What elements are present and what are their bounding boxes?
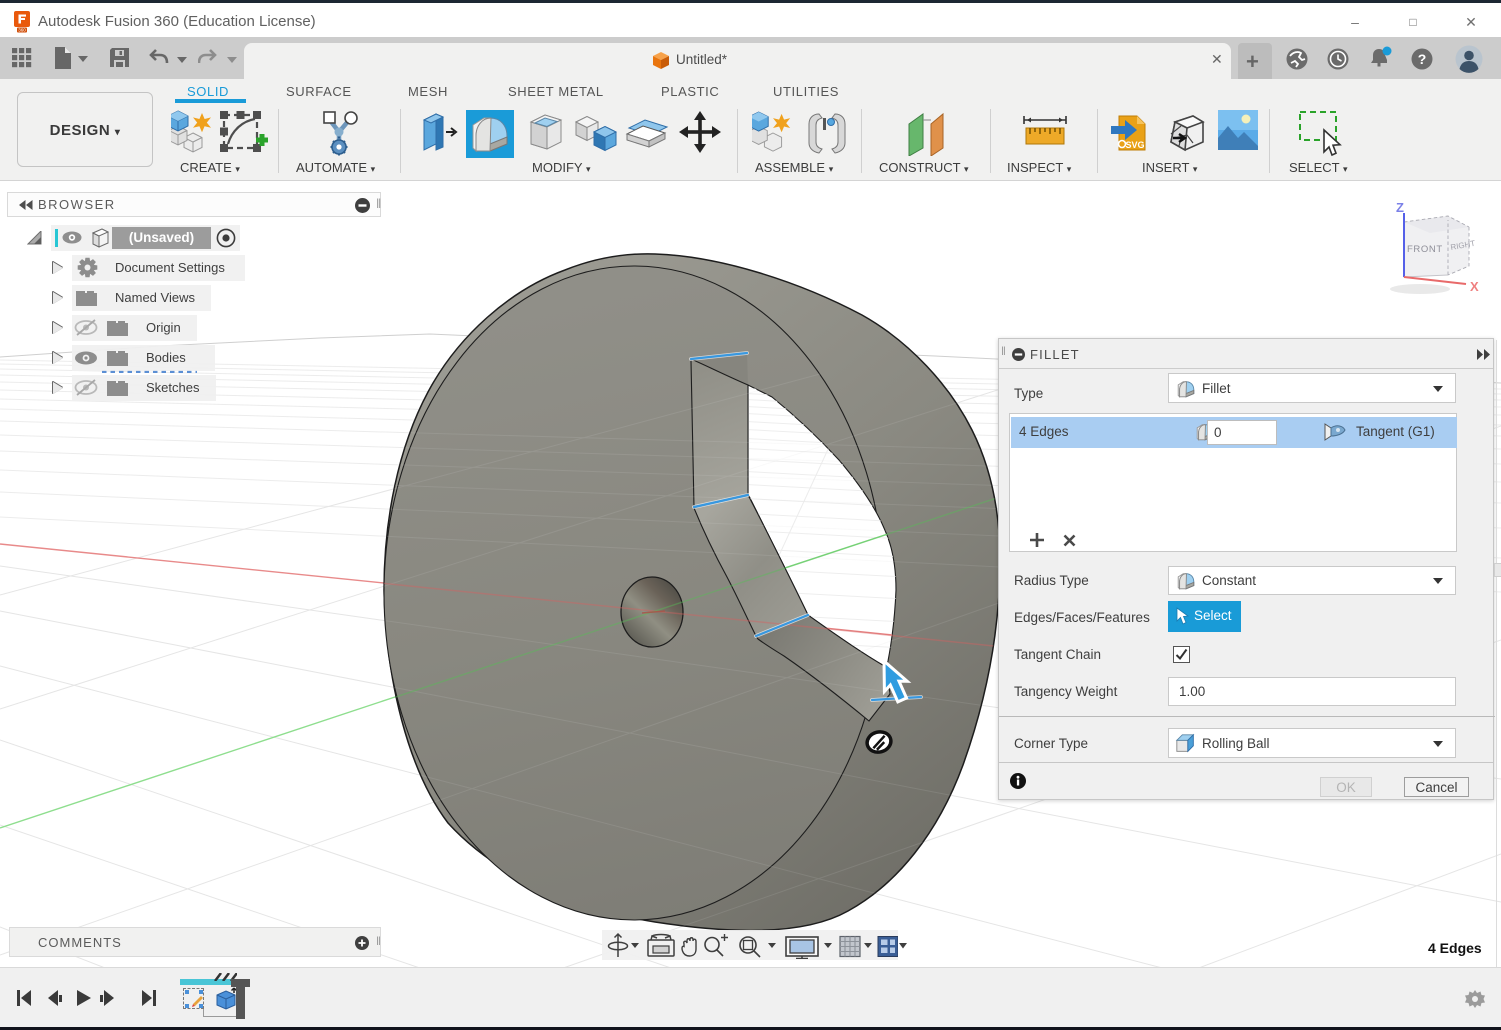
svg-text:Z: Z [1396, 200, 1404, 215]
svg-text:360: 360 [18, 28, 26, 33]
svg-text:?: ? [1418, 51, 1427, 67]
svg-text:FRONT: FRONT [1407, 244, 1443, 255]
svg-text:SVG: SVG [1125, 140, 1144, 150]
svg-text:X: X [1470, 279, 1479, 294]
